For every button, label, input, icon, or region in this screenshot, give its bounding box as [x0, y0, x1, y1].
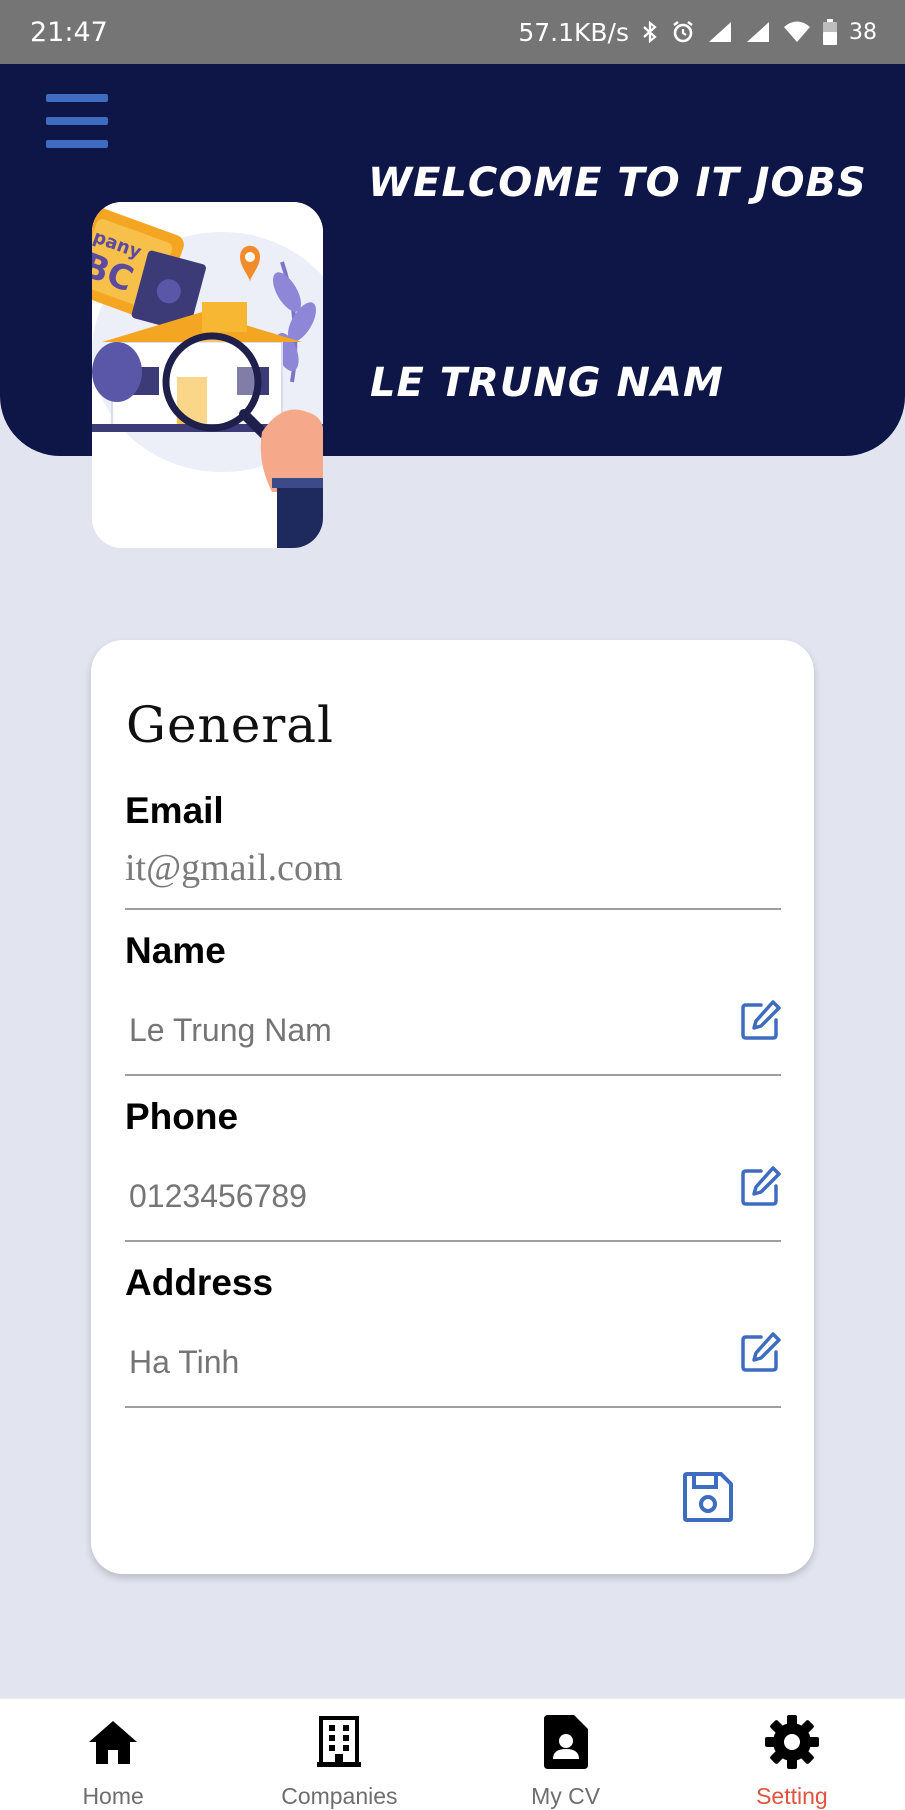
- cv-document-icon: [537, 1713, 595, 1771]
- signal-icon: [709, 22, 731, 42]
- phone-field[interactable]: 0123456789: [129, 1178, 307, 1215]
- status-icons: 57.1KB/s 38: [518, 18, 877, 47]
- gear-icon: [763, 1713, 821, 1771]
- email-value: it@gmail.com: [125, 847, 343, 889]
- edit-phone-icon[interactable]: [739, 1164, 783, 1208]
- save-icon[interactable]: [681, 1470, 735, 1524]
- phone-label: Phone: [125, 1096, 239, 1137]
- network-speed: 57.1KB/s: [518, 17, 629, 47]
- alarm-icon: [673, 21, 693, 43]
- building-icon: [310, 1713, 368, 1771]
- address-label: Address: [125, 1262, 274, 1303]
- edit-address-icon[interactable]: [739, 1330, 783, 1374]
- divider: [125, 1240, 781, 1242]
- name-field[interactable]: Le Trung Nam: [129, 1012, 332, 1049]
- nav-label: Companies: [281, 1783, 398, 1809]
- nav-home[interactable]: Home: [0, 1699, 226, 1810]
- status-bar: 21:47 57.1KB/s 38: [0, 0, 905, 64]
- company-search-illustration: pany BC: [92, 202, 323, 548]
- divider: [125, 908, 781, 910]
- divider: [125, 1406, 781, 1408]
- nav-label: Home: [82, 1783, 144, 1809]
- nav-my-cv[interactable]: My CV: [453, 1699, 679, 1810]
- nav-label: Setting: [756, 1783, 828, 1809]
- nav-label: My CV: [531, 1783, 601, 1809]
- welcome-title: WELCOME TO IT JOBS: [368, 160, 867, 206]
- card-title: General: [126, 696, 335, 754]
- name-label: Name: [125, 930, 226, 971]
- status-time: 21:47: [30, 16, 108, 48]
- hamburger-menu-icon[interactable]: [46, 94, 108, 148]
- email-label: Email: [125, 790, 224, 831]
- home-icon: [84, 1713, 142, 1771]
- nav-companies[interactable]: Companies: [226, 1699, 452, 1810]
- battery-icon: [823, 19, 837, 45]
- battery-level: 38: [849, 19, 877, 45]
- wifi-icon: [784, 21, 810, 42]
- user-name: LE TRUNG NAM: [370, 360, 724, 406]
- general-settings-card: General Email it@gmail.com Name Le Trung…: [91, 640, 814, 1574]
- bluetooth-icon: [643, 20, 657, 44]
- bottom-navigation: Home Companies My CV Setting: [0, 1698, 905, 1810]
- address-field[interactable]: Ha Tinh: [129, 1344, 239, 1381]
- edit-name-icon[interactable]: [739, 998, 783, 1042]
- signal-icon: [747, 22, 769, 42]
- divider: [125, 1074, 781, 1076]
- nav-setting[interactable]: Setting: [679, 1699, 905, 1810]
